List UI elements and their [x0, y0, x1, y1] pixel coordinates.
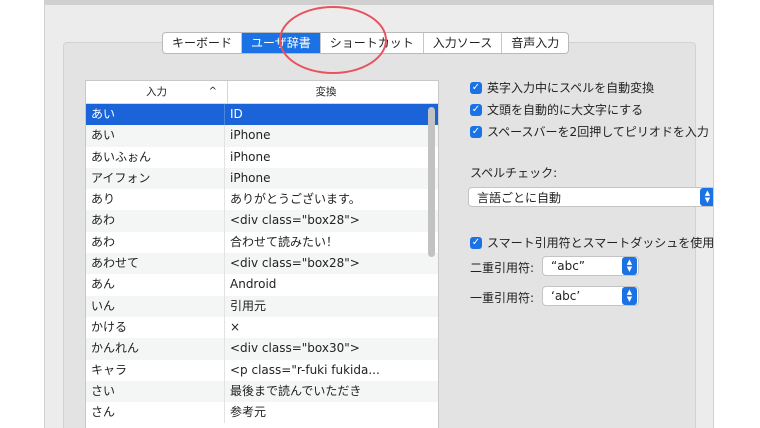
tab-keyboard[interactable]: キーボード — [163, 33, 243, 53]
table-row[interactable]: いん 引用元 — [86, 295, 438, 317]
spell-check-value: 言語ごとに自動 — [477, 190, 562, 205]
table-row[interactable]: あい iPhone — [86, 125, 438, 147]
checkmark-icon: ✓ — [470, 125, 482, 138]
cell-input: キャラ — [86, 359, 225, 381]
cell-output: 参考元 — [230, 405, 267, 420]
cell-input: かんれん — [86, 338, 225, 360]
auto-capitalize-label: 文頭を自動的に大文字にする — [487, 103, 644, 117]
cell-input: アイフォン — [86, 167, 225, 190]
double-quote-select[interactable]: “abc” ▲ ▼ — [542, 256, 639, 276]
user-dictionary-table[interactable]: 入力 ^ 変換 あい ID あい iPhone あいふぉん iPhone アイフォン iPho… — [85, 80, 439, 428]
table-row[interactable]: あわ 合わせて読みたい！ — [86, 231, 438, 254]
table-row[interactable]: あり ありがとうございます。 — [86, 189, 438, 211]
tab-input-sources[interactable]: 入力ソース — [424, 33, 503, 53]
chevron-updown-icon: ▲ ▼ — [700, 188, 713, 206]
column-header-input-label: 入力 — [146, 86, 167, 98]
single-quote-select[interactable]: ‘abc’ ▲ ▼ — [542, 286, 639, 306]
cell-output: 合わせて読みたい！ — [230, 234, 339, 249]
table-body: あい ID あい iPhone あいふぉん iPhone アイフォン iPhone あり ありがと… — [86, 104, 438, 424]
cell-input: あり — [86, 189, 225, 211]
auto-spell-checkbox[interactable]: ✓ 英字入力中にスペルを自動変換 — [470, 79, 654, 96]
double-quote-value: “abc” — [551, 259, 586, 273]
cell-output: <p class="r-fuki fukida... — [230, 362, 380, 377]
auto-spell-label: 英字入力中にスペルを自動変換 — [487, 81, 655, 95]
cell-output: × — [230, 319, 241, 334]
single-quote-label: 一重引用符: — [470, 291, 535, 305]
double-quote-label: 二重引用符: — [470, 261, 535, 275]
table-header: 入力 ^ 変換 — [86, 81, 438, 104]
checkmark-icon: ✓ — [470, 81, 482, 94]
cell-input: あわ — [86, 210, 225, 232]
table-row[interactable]: あわせて <div class="box28"> — [86, 253, 438, 275]
table-row[interactable]: さい 最後まで読んでいただき — [86, 380, 438, 403]
cell-output: Android — [230, 277, 277, 292]
sort-ascending-icon: ^ — [208, 86, 217, 97]
column-header-input[interactable]: 入力 ^ — [86, 81, 228, 103]
cell-output: iPhone — [230, 170, 271, 185]
cell-input: さん — [86, 402, 225, 424]
single-quote-value: ‘abc’ — [551, 289, 581, 303]
cell-output: 引用元 — [230, 298, 267, 313]
column-header-output[interactable]: 変換 — [228, 81, 438, 103]
table-row[interactable]: あい ID — [86, 104, 438, 126]
spell-check-label: スペルチェック: — [470, 166, 558, 180]
cell-output: iPhone — [230, 149, 271, 164]
cell-input: あいふぉん — [86, 146, 225, 168]
table-row[interactable]: アイフォン iPhone — [86, 167, 438, 190]
cell-output: ありがとうございます。 — [230, 192, 361, 207]
chevron-updown-icon: ▲ ▼ — [622, 257, 637, 275]
cell-output: <div class="box28"> — [230, 256, 360, 271]
cell-input: あい — [86, 125, 225, 147]
table-row[interactable]: かける × — [86, 316, 438, 339]
auto-capitalize-checkbox[interactable]: ✓ 文頭を自動的に大文字にする — [470, 101, 643, 118]
cell-output: <div class="box30"> — [230, 341, 360, 356]
table-row[interactable]: あわ <div class="box28"> — [86, 210, 438, 232]
cell-input: あわせて — [86, 253, 225, 275]
cell-input: あん — [86, 274, 225, 296]
checkmark-icon: ✓ — [470, 236, 482, 249]
double-space-period-checkbox[interactable]: ✓ スペースバーを2回押してピリオドを入力 — [470, 123, 709, 140]
chevron-updown-icon: ▲ ▼ — [622, 287, 637, 305]
table-scrollbar[interactable] — [428, 107, 435, 257]
cell-input: いん — [86, 295, 225, 317]
cell-output: <div class="box28"> — [230, 213, 360, 228]
smart-quotes-label: スマート引用符とスマートダッシュを使用 — [487, 236, 714, 250]
double-space-period-label: スペースバーを2回押してピリオドを入力 — [487, 125, 709, 139]
table-row[interactable]: さん 参考元 — [86, 402, 438, 424]
cell-input: かける — [86, 316, 225, 339]
smart-quotes-checkbox[interactable]: ✓ スマート引用符とスマートダッシュを使用 — [470, 234, 714, 251]
cell-input: あわ — [86, 231, 225, 254]
table-row[interactable]: かんれん <div class="box30"> — [86, 338, 438, 360]
cell-input: さい — [86, 380, 225, 403]
annotation-circle — [279, 6, 387, 74]
tab-dictation[interactable]: 音声入力 — [502, 33, 568, 53]
cell-output: iPhone — [230, 128, 271, 143]
cell-output: ID — [230, 107, 243, 121]
cell-output: 最後まで読んでいただき — [230, 383, 362, 398]
table-row[interactable]: あん Android — [86, 274, 438, 296]
title-bar-edge — [45, 0, 713, 5]
spell-check-select[interactable]: 言語ごとに自動 ▲ ▼ — [468, 187, 713, 207]
table-row[interactable]: あいふぉん iPhone — [86, 146, 438, 168]
keyboard-preferences-window: キーボード ユーザ辞書 ショートカット 入力ソース 音声入力 入力 ^ 変換 あ… — [44, 0, 714, 428]
checkmark-icon: ✓ — [470, 103, 482, 116]
cell-input: あい — [86, 104, 225, 126]
table-row[interactable]: キャラ <p class="r-fuki fukida... — [86, 359, 438, 381]
